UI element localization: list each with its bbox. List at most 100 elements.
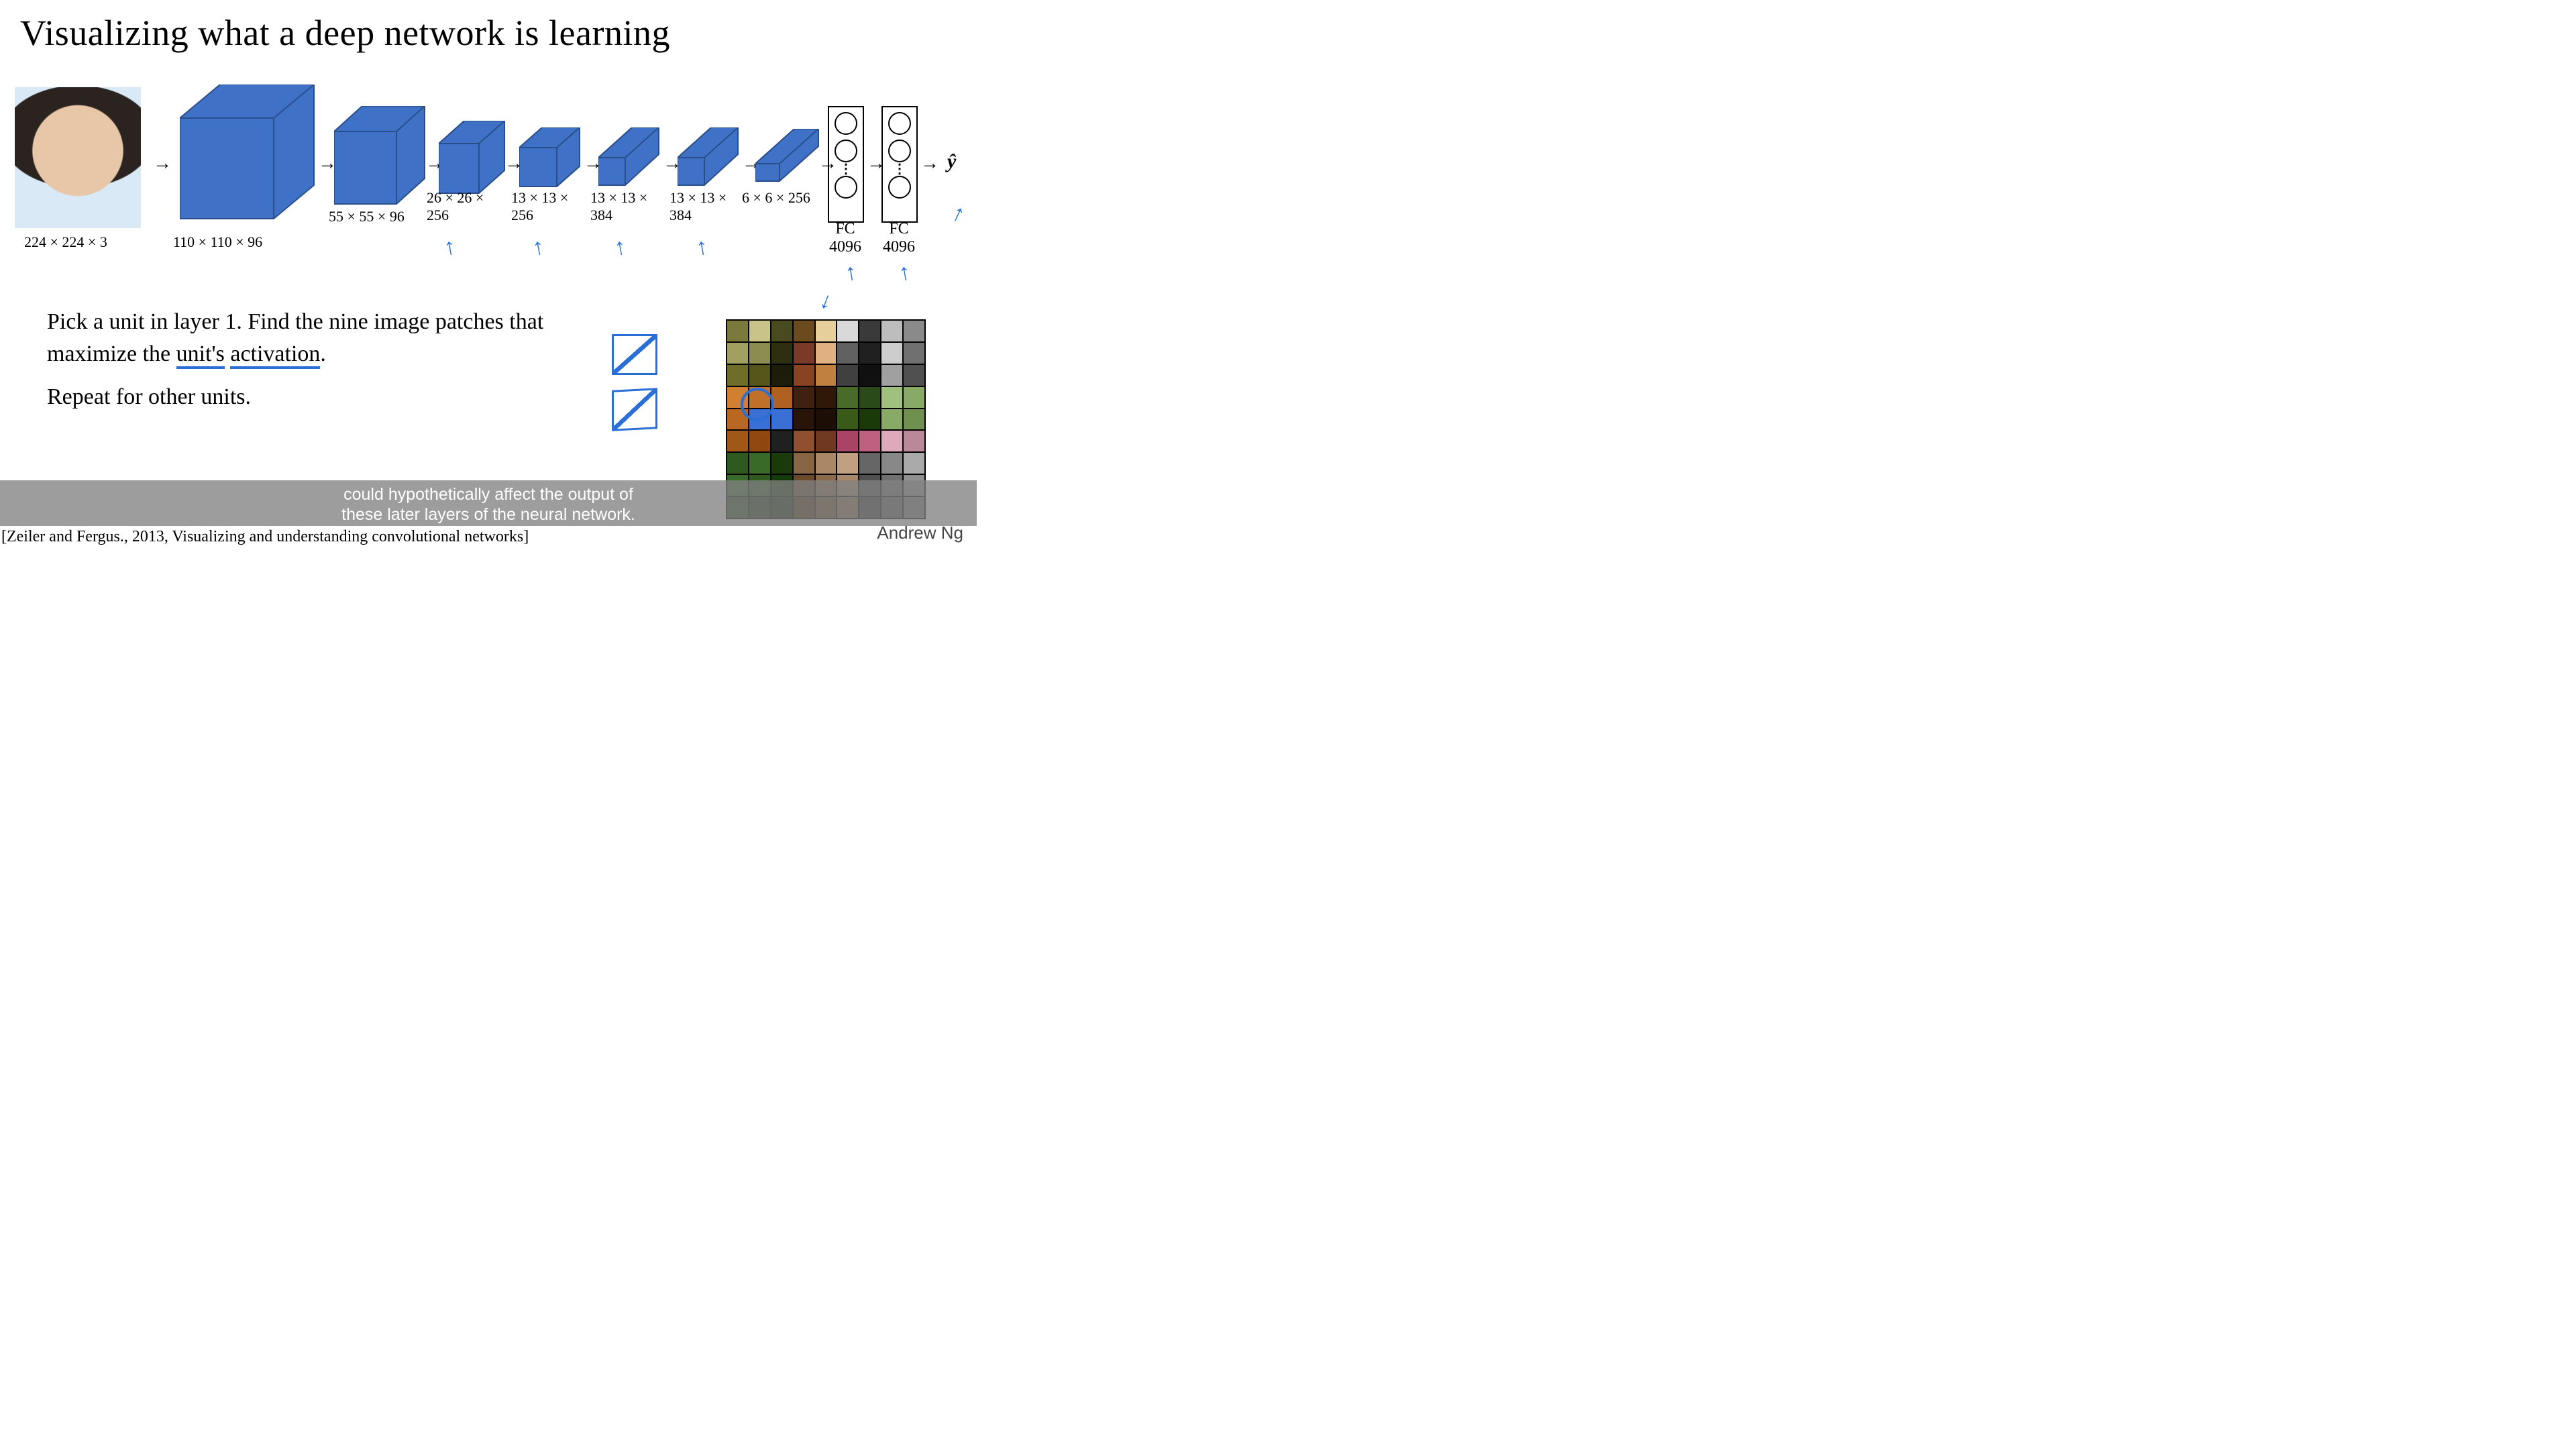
patch-cell <box>794 321 814 341</box>
patch-cell <box>837 343 858 364</box>
patch-cell <box>881 387 902 408</box>
patch-cell <box>904 409 924 430</box>
hand-arrow-icon: ↑ <box>897 260 912 286</box>
patch-cell <box>859 365 880 386</box>
layer-dim-3: 26 × 26 × 256 <box>427 189 500 224</box>
patch-cell <box>771 409 792 430</box>
output-symbol: ŷ <box>947 150 956 173</box>
conv-block-5 <box>598 127 660 186</box>
edge-sketch-1 <box>612 334 657 375</box>
slide-body: Pick a unit in layer 1. Find the nine im… <box>47 306 577 424</box>
patch-cell <box>816 321 837 341</box>
patch-cell <box>794 409 814 430</box>
hand-arrow-icon: ↑ <box>816 288 835 317</box>
patch-cell <box>904 343 924 364</box>
patch-cell <box>749 321 770 341</box>
patch-cell <box>771 431 792 451</box>
patch-cell <box>816 431 837 451</box>
patch-cell <box>881 365 902 386</box>
input-image <box>15 87 141 228</box>
patch-cell <box>727 343 748 364</box>
conv-block-6 <box>678 127 739 186</box>
patch-cell <box>816 387 837 408</box>
patch-cell <box>837 409 858 430</box>
hand-arrow-icon: ↑ <box>612 234 628 261</box>
body-line-1: Pick a unit in layer 1. Find the nine im… <box>47 306 577 370</box>
patch-cell <box>837 365 858 386</box>
layer-dim-6: 13 × 13 × 384 <box>669 189 743 224</box>
patch-cell <box>816 365 837 386</box>
patch-cell <box>727 365 748 386</box>
patch-cell <box>771 321 792 341</box>
patch-cell <box>771 365 792 386</box>
patch-cell <box>859 431 880 451</box>
layer-dim-4: 13 × 13 × 256 <box>511 189 585 224</box>
patch-cell <box>749 453 770 474</box>
patch-cell <box>837 321 858 341</box>
arrow-icon: → <box>920 154 939 173</box>
layer-dim-7: 6 × 6 × 256 <box>742 189 810 207</box>
patch-cell <box>859 321 880 341</box>
patch-cell <box>837 431 858 451</box>
layer-dim-5: 13 × 13 × 384 <box>590 189 664 224</box>
patch-cell <box>904 321 924 341</box>
layer-dim-2: 55 × 55 × 96 <box>329 208 405 225</box>
patch-cell <box>794 431 814 451</box>
hand-arrow-icon: ↑ <box>531 234 546 261</box>
patch-cell <box>771 343 792 364</box>
patch-cell <box>837 387 858 408</box>
patch-cell <box>816 409 837 430</box>
edge-sketch-2 <box>612 388 657 431</box>
patch-cell <box>816 343 837 364</box>
patch-cell <box>749 343 770 364</box>
patch-cell <box>727 431 748 451</box>
patch-cell <box>794 387 814 408</box>
patch-cell <box>837 453 858 474</box>
conv-block-7 <box>755 129 820 182</box>
slide-title: Visualizing what a deep network is learn… <box>20 12 670 54</box>
patch-cell <box>859 343 880 364</box>
patch-cell <box>859 387 880 408</box>
patch-cell <box>859 453 880 474</box>
network-diagram: 224 × 224 × 3 → 110 × 110 × 96 → 55 × 55… <box>15 87 963 262</box>
patch-cell <box>904 365 924 386</box>
patch-cell <box>771 453 792 474</box>
conv-block-4 <box>519 127 581 188</box>
patch-cell <box>881 409 902 430</box>
patch-cell <box>881 453 902 474</box>
hand-arrow-icon: ↑ <box>694 234 710 261</box>
patch-cell <box>794 343 814 364</box>
hand-arrow-icon: ↑ <box>843 260 859 286</box>
fc-column-2: ⋮ <box>881 106 918 223</box>
patch-cell <box>904 387 924 408</box>
patch-cell <box>816 453 837 474</box>
fc-label-1: FC4096 <box>825 220 865 256</box>
layer-dim-0: 224 × 224 × 3 <box>24 233 107 251</box>
citation: [Zeiler and Fergus., 2013, Visualizing a… <box>1 528 529 546</box>
fc-column-1: ⋮ <box>828 106 864 223</box>
conv-block-2 <box>334 106 428 207</box>
patch-cell <box>771 387 792 408</box>
patch-cell <box>749 365 770 386</box>
layer-dim-1: 110 × 110 × 96 <box>173 233 262 251</box>
hand-arrow-icon: ↑ <box>442 234 458 261</box>
hand-arrow-icon: ↑ <box>948 200 969 228</box>
patch-cell <box>904 431 924 451</box>
patch-cell <box>794 365 814 386</box>
patch-cell <box>859 409 880 430</box>
presenter-name: Andrew Ng <box>877 523 963 543</box>
conv-block-3 <box>439 121 506 195</box>
patch-cell <box>881 431 902 451</box>
fc-label-2: FC4096 <box>879 220 919 256</box>
patch-cell <box>904 453 924 474</box>
patch-cell <box>727 321 748 341</box>
arrow-icon: → <box>153 154 172 173</box>
patch-cell <box>727 453 748 474</box>
conv-block-1 <box>180 85 321 225</box>
video-caption: could hypothetically affect the output o… <box>0 484 977 525</box>
patch-cell <box>881 343 902 364</box>
patch-cell <box>749 431 770 451</box>
patch-cell <box>794 453 814 474</box>
body-line-2: Repeat for other units. <box>47 381 577 413</box>
patch-cell <box>881 321 902 341</box>
